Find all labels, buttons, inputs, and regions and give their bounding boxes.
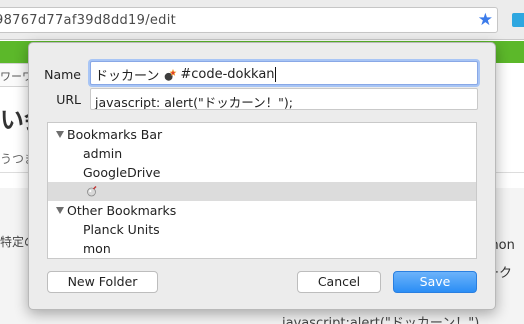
tree-item-googledrive[interactable]: GoogleDrive: [48, 163, 476, 182]
address-bar[interactable]: 98767d77af39d8dd19/edit ★: [0, 7, 498, 33]
save-button[interactable]: Save: [393, 271, 477, 293]
disclosure-triangle-icon[interactable]: [56, 131, 64, 138]
browser-toolbar: 98767d77af39d8dd19/edit ★: [0, 0, 524, 40]
url-input[interactable]: javascript: alert("ドッカーン！");: [90, 88, 478, 110]
tree-item-planck-units[interactable]: Planck Units: [48, 220, 476, 239]
folder-tree[interactable]: Bookmarks Bar admin GoogleDrive Other Bo…: [47, 122, 477, 259]
address-bar-text[interactable]: 98767d77af39d8dd19/edit: [0, 13, 176, 28]
edit-bookmark-dialog: Name ドッカーン #code-dokkan URL javascript: …: [28, 42, 496, 310]
text-cursor: [274, 67, 276, 82]
name-input-prefix: ドッカーン: [95, 69, 160, 84]
folder-label: Bookmarks Bar: [67, 127, 163, 142]
tree-item-label: Planck Units: [83, 222, 160, 237]
cancel-button[interactable]: Cancel: [297, 271, 381, 293]
tree-item-admin[interactable]: admin: [48, 144, 476, 163]
name-input-suffix: #code-dokkan: [180, 67, 275, 82]
new-folder-button[interactable]: New Folder: [47, 271, 158, 293]
bomb-icon: [165, 68, 177, 81]
tree-item-selected[interactable]: [48, 182, 476, 201]
bomb-icon: [87, 186, 97, 197]
url-label: URL: [56, 92, 81, 107]
name-input[interactable]: ドッカーン #code-dokkan: [90, 61, 478, 85]
background-bottom-text: javascript:alert("ドッカーン！"): [282, 316, 480, 324]
extension-icon[interactable]: [512, 13, 524, 27]
folder-bookmarks-bar[interactable]: Bookmarks Bar: [48, 125, 476, 144]
tree-item-mon[interactable]: mon: [48, 239, 476, 258]
star-icon[interactable]: ★: [478, 10, 493, 30]
tree-item-label: GoogleDrive: [83, 165, 161, 180]
name-label: Name: [44, 67, 81, 82]
disclosure-triangle-icon[interactable]: [56, 207, 64, 214]
tree-item-label: mon: [83, 241, 111, 256]
tree-item-label: admin: [83, 146, 123, 161]
folder-label: Other Bookmarks: [67, 203, 177, 218]
folder-other-bookmarks[interactable]: Other Bookmarks: [48, 201, 476, 220]
